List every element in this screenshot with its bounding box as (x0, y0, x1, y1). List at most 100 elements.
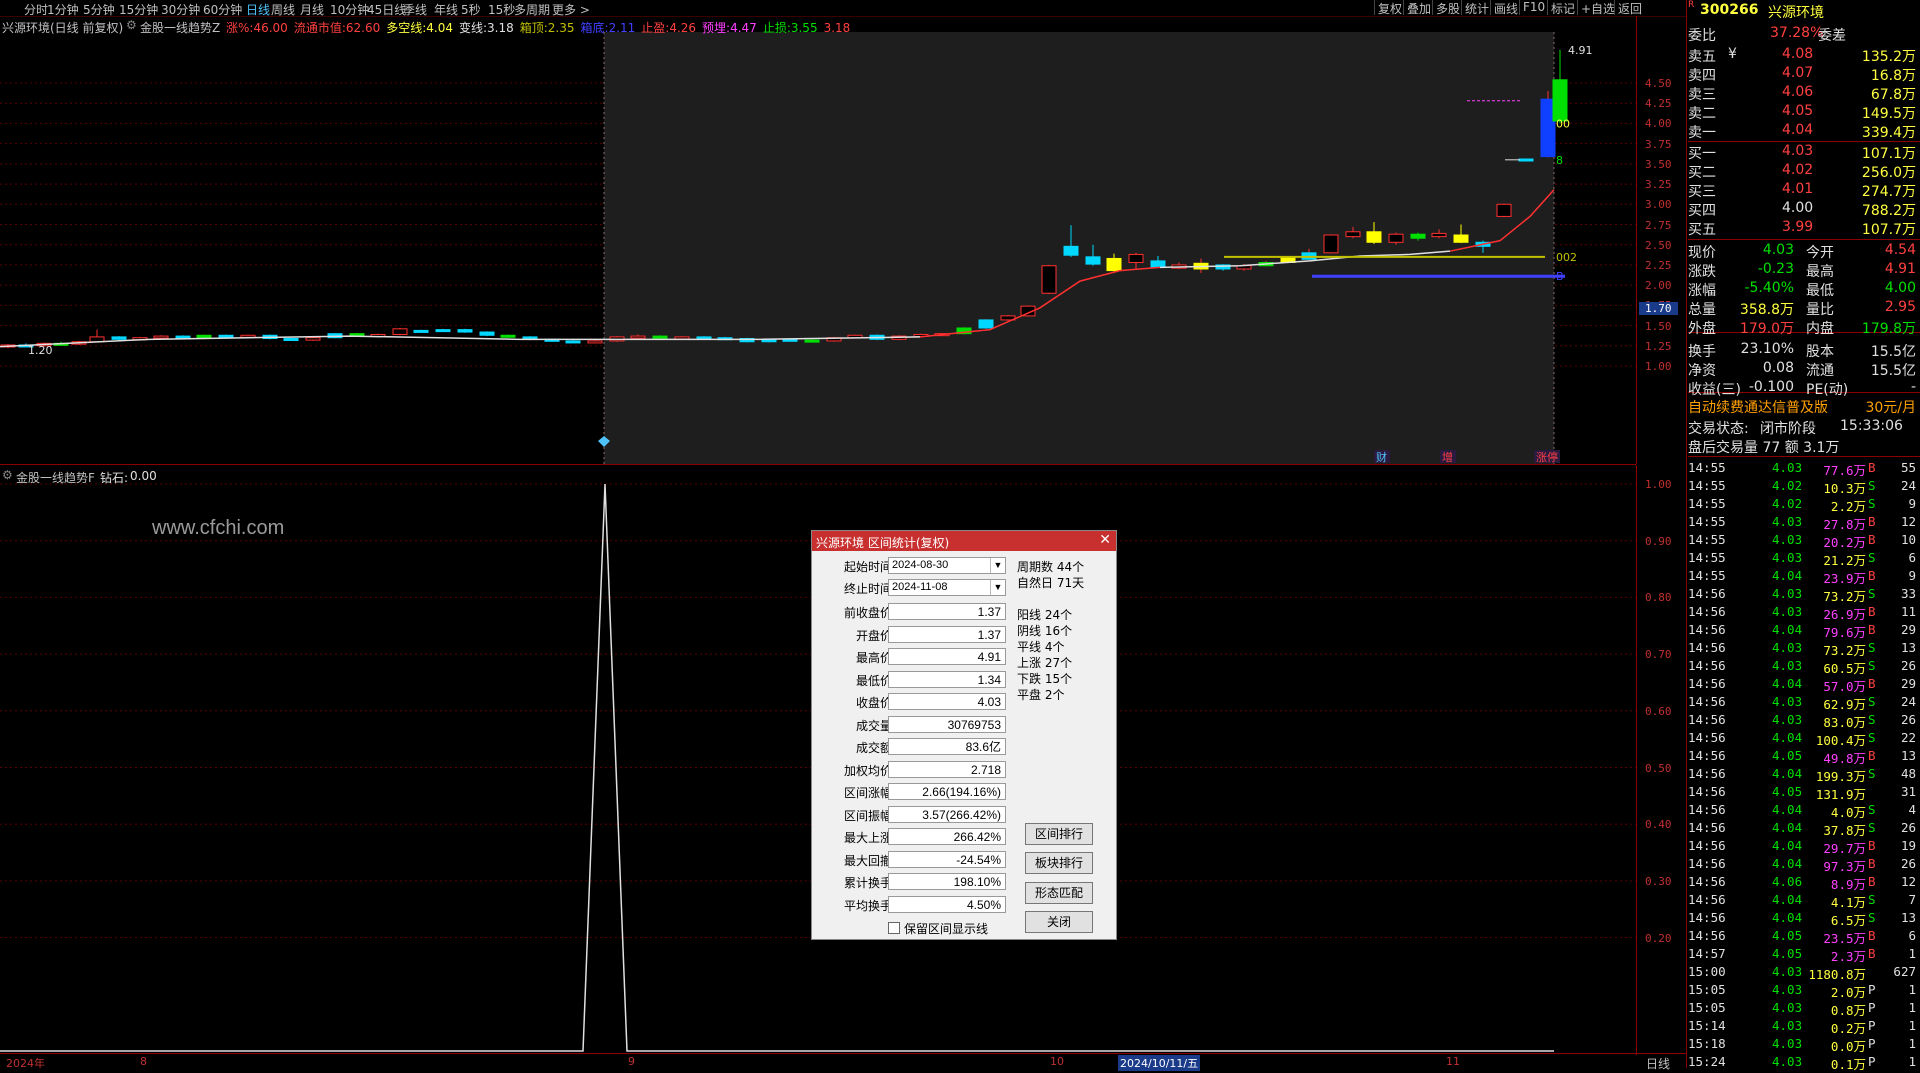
toolbar-button-0[interactable]: 复权 (1374, 0, 1405, 16)
trade-volume: 199.3万 (1815, 769, 1866, 784)
param-5: 箱底:2.11 (581, 21, 636, 35)
dropdown-icon[interactable]: ▼ (990, 580, 1005, 595)
time-axis: 2024年 8 9 10 2024/10/11/五 11 日线 (0, 1053, 1686, 1071)
trade-volume: 37.8万 (1823, 823, 1866, 838)
close-icon[interactable]: ✕ (1099, 532, 1111, 548)
price-axis-label: 4.00 (1645, 117, 1672, 131)
trade-price: 4.03 (1772, 1054, 1803, 1069)
stat-value: 179.0万 (1739, 321, 1794, 337)
weibi-row: 委比 37.28% 委差 (1688, 25, 1918, 44)
promo-text[interactable]: 自动续费通达信普及版 (1688, 397, 1828, 417)
indicator-settings-icon[interactable]: ⚙ (126, 18, 137, 32)
price-axis-label: 3.00 (1645, 198, 1672, 212)
param-value: 2.11 (608, 21, 636, 35)
field-value: 1.37 (888, 603, 1006, 620)
bid-volume: 107.7万 (1861, 222, 1916, 238)
indicator-panel-name[interactable]: 金股一线趋势F (16, 469, 95, 486)
toolbar-button-6[interactable]: 标记 (1547, 0, 1578, 16)
ask-volume: 16.8万 (1870, 68, 1916, 84)
trade-price: 4.04 (1772, 676, 1803, 691)
toolbar-button-3[interactable]: 统计 (1461, 0, 1492, 16)
ask-price: 4.07 (1782, 65, 1814, 81)
candle (1041, 264, 1057, 295)
indicator-axis-label: 0.20 (1645, 931, 1672, 945)
param-label: 箱底: (580, 21, 609, 35)
candlestick-chart[interactable]: 4.91 1.20 002 00 8 B 财 增 涨停 (0, 16, 1636, 464)
param-9: 3.18 (824, 21, 851, 35)
checkbox-label: 保留区间显示线 (904, 922, 989, 936)
stat-row: 涨跌 -0.23 最高 4.91 (1688, 261, 1918, 280)
price-axis-label: 4.25 (1645, 97, 1672, 111)
toolbar-button-2[interactable]: 多股 (1432, 0, 1463, 16)
indicator-params: 涨%:46.00 流通市值:62.60 多空线:4.04 变线:3.18 箱顶:2.35… (226, 19, 856, 36)
candle (652, 335, 668, 339)
trade-volume: 100.4万 (1815, 733, 1866, 748)
keep-interval-checkbox[interactable] (888, 922, 900, 934)
bid-label: 买二 (1688, 165, 1716, 181)
trade-side: P (1868, 982, 1876, 997)
interval-stats-dialog[interactable]: 兴源环境 区间统计(复权) ✕ 起始时间 2024-08-30 ▼ 终止时间 2024-… (811, 530, 1117, 940)
trade-row: 14:56 4.05 23.5万 B 6 (1688, 928, 1918, 946)
stat-value: 0.08 (1762, 360, 1794, 376)
stat-label: 外盘 (1688, 321, 1716, 337)
trade-count: 26 (1900, 712, 1916, 727)
close-button[interactable]: 关闭 (1025, 911, 1093, 933)
interval-rank-button[interactable]: 区间排行 (1025, 823, 1093, 845)
toolbar-button-1[interactable]: 叠加 (1403, 0, 1434, 16)
toolbar-button-8[interactable]: 返回 (1614, 0, 1645, 16)
indicator-settings-icon[interactable]: ⚙ (2, 468, 13, 482)
trade-count: 26 (1900, 820, 1916, 835)
indicator-axis-label: 0.90 (1645, 534, 1672, 548)
trade-price: 4.03 (1772, 460, 1803, 475)
diamond-label: 钻石: (100, 471, 129, 485)
trade-count: 1 (1908, 1036, 1916, 1051)
dropdown-icon[interactable]: ▼ (990, 558, 1005, 573)
field-label: 加权均价 (843, 763, 892, 778)
trade-row: 14:56 4.03 60.5万 S 26 (1688, 658, 1918, 676)
toolbar-button-4[interactable]: 画线 (1490, 0, 1521, 16)
stat-label: 量比 (1806, 302, 1834, 318)
promo-price[interactable]: 30元/月 (1865, 397, 1916, 417)
trade-row: 14:55 4.02 2.2万 S 9 (1688, 496, 1918, 514)
field-label: 最低价 (855, 673, 892, 688)
stat-label: PE(动) (1806, 382, 1849, 398)
quote-header: R 300266 兴源环境 (1688, 0, 1920, 21)
field-value: 1.34 (888, 670, 1006, 688)
trade-price: 4.06 (1772, 874, 1803, 889)
start-date-select[interactable]: 2024-08-30 ▼ (888, 557, 1006, 574)
trade-side: B (1868, 946, 1876, 961)
trade-time: 14:56 (1688, 874, 1726, 889)
trade-price: 4.03 (1772, 1018, 1803, 1033)
sector-rank-button[interactable]: 板块排行 (1025, 852, 1093, 874)
bid-label: 买一 (1688, 146, 1716, 162)
promo-row[interactable]: 自动续费通达信普及版 30元/月 (1688, 397, 1918, 417)
trade-side: S (1868, 478, 1876, 493)
param-label: 止损: (762, 21, 791, 35)
end-date-select[interactable]: 2024-11-08 ▼ (888, 579, 1006, 596)
trade-price: 4.03 (1772, 640, 1803, 655)
main-chart[interactable]: 4.91 1.20 002 00 8 B 财 增 涨停 (0, 16, 1636, 465)
trade-time: 15:24 (1688, 1054, 1726, 1069)
candle (218, 334, 234, 338)
trade-time: 15:33:06 (1840, 418, 1903, 434)
stat-row: 外盘 179.0万 内盘 179.8万 (1688, 318, 1918, 337)
trade-side: S (1868, 766, 1876, 781)
toolbar-button-5[interactable]: F10 (1519, 0, 1548, 15)
dialog-title-bar[interactable]: 兴源环境 区间统计(复权) ✕ (812, 531, 1116, 551)
time-axis-label: 2024年 (6, 1057, 45, 1070)
indicator-name[interactable]: 金股一线趋势Z (140, 19, 220, 36)
bid-price: 3.99 (1782, 219, 1814, 235)
pattern-match-button[interactable]: 形态匹配 (1025, 882, 1093, 904)
trade-side: B (1868, 748, 1876, 763)
toolbar-button-7[interactable]: +自选 (1577, 0, 1618, 16)
bid-price: 4.03 (1782, 143, 1814, 159)
stock-period-title: 兴源环境(日线 前复权) (2, 21, 124, 35)
interval-stat: 自然日 71天 (1017, 576, 1085, 590)
field-value: 1.37 (888, 625, 1006, 643)
bid-label: 买五 (1688, 222, 1716, 238)
trade-time: 14:56 (1688, 892, 1726, 907)
trade-count: 48 (1900, 766, 1916, 781)
diamond-value: 0.00 (130, 469, 157, 483)
param-value: 46.00 (253, 21, 288, 35)
trade-volume: 21.2万 (1823, 553, 1866, 568)
